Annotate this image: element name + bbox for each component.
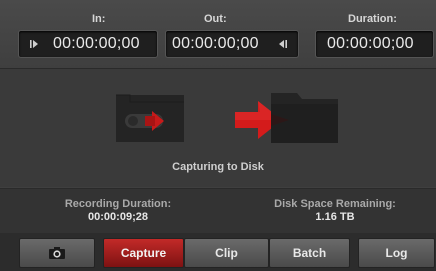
- in-timecode-value: 00:00:00;00: [53, 35, 140, 52]
- out-timecode-field[interactable]: 00:00:00;00: [165, 30, 299, 58]
- capture-info: Recording Duration: 00:00:09;28 Disk Spa…: [0, 188, 436, 234]
- recording-duration-label: Recording Duration:: [64, 198, 172, 210]
- capture-stage: Capturing to Disk: [0, 69, 436, 187]
- duration-timecode-value: 00:00:00;00: [327, 35, 414, 52]
- tab-capture[interactable]: Capture: [103, 238, 184, 268]
- disk-space-block: Disk Space Remaining: 1.16 TB: [256, 198, 414, 223]
- recording-duration-value: 00:00:09;28: [88, 211, 148, 223]
- mark-in-icon[interactable]: [21, 31, 47, 57]
- capture-mode-tabs: Capture Clip Batch Log: [0, 233, 436, 271]
- capture-status: Capturing to Disk: [172, 161, 264, 173]
- tape-icon: [116, 94, 184, 142]
- camera-icon: [49, 247, 65, 259]
- disk-space-label: Disk Space Remaining:: [274, 198, 396, 210]
- timecode-section: In: Out: Duration: 00:00:00;00 00:00:00;…: [0, 0, 436, 69]
- tab-log[interactable]: Log: [358, 238, 435, 268]
- tab-batch[interactable]: Batch: [269, 238, 350, 268]
- camera-tab[interactable]: [19, 238, 95, 268]
- in-timecode-field[interactable]: 00:00:00;00: [18, 30, 158, 58]
- disk-space-value: 1.16 TB: [315, 211, 355, 223]
- out-label: Out:: [204, 13, 227, 25]
- capture-panel: In: Out: Duration: 00:00:00;00 00:00:00;…: [0, 0, 436, 271]
- folder-icon: [271, 93, 338, 143]
- duration-timecode-field: 00:00:00;00: [315, 30, 434, 58]
- recording-duration-block: Recording Duration: 00:00:09;28: [45, 198, 191, 223]
- mark-out-icon[interactable]: [270, 31, 296, 57]
- tab-clip[interactable]: Clip: [184, 238, 269, 268]
- duration-label: Duration:: [348, 13, 397, 25]
- out-timecode-value: 00:00:00;00: [172, 35, 259, 52]
- in-label: In:: [92, 13, 106, 25]
